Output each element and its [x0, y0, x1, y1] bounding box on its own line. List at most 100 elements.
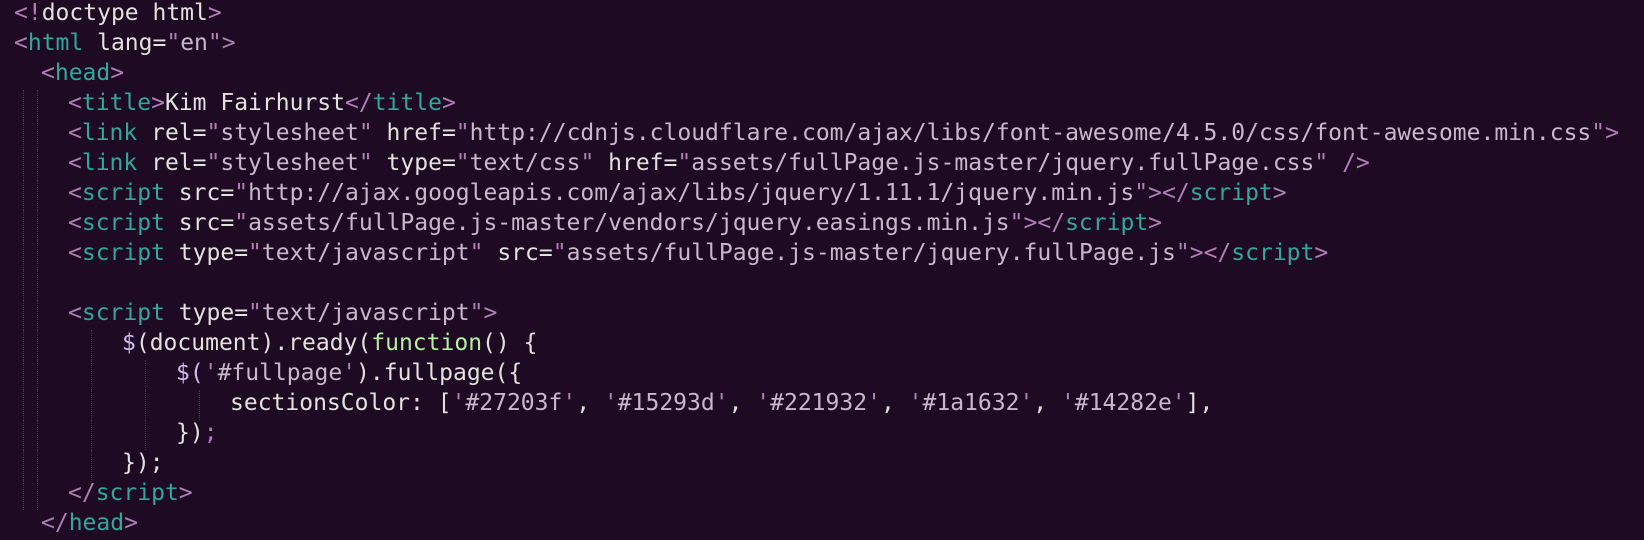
code-line-content: $(document).ready(function() {: [122, 330, 537, 356]
code-token: </: [344, 90, 373, 116]
indent-guide: [23, 270, 24, 300]
code-token: >: [441, 90, 456, 116]
code-token: <: [68, 300, 82, 326]
code-token: #1a1632: [922, 390, 1020, 416]
code-token: ": [358, 120, 373, 146]
code-token: ": [166, 30, 181, 56]
indent-guide: [37, 120, 38, 150]
code-token: <: [68, 150, 82, 176]
indent-guide: [91, 360, 92, 390]
code-token: >: [207, 0, 222, 26]
code-token: script: [81, 180, 165, 206]
code-token: >: [221, 30, 236, 56]
code-token: type=: [372, 150, 456, 176]
code-token: assets/fullPage.js-master/jquery.fullPag…: [691, 150, 1315, 176]
code-token: href=: [594, 150, 678, 176]
code-token: >: [178, 480, 193, 506]
indent-guide: [23, 120, 24, 150]
code-token: >: [483, 300, 498, 326]
code-token: >: [1272, 180, 1287, 206]
code-token: >: [110, 60, 125, 86]
code-token: src=: [164, 180, 235, 206]
code-token: Kim Fairhurst: [164, 90, 345, 116]
code-token: ': [451, 390, 466, 416]
code-token: ": [455, 120, 470, 146]
indent-guide: [37, 360, 38, 390]
code-token: #fullpage: [217, 360, 343, 386]
code-line-content: <script src="http://ajax.googleapis.com/…: [68, 180, 1287, 206]
code-line-content: <!doctype html>: [14, 0, 222, 26]
code-token: ": [206, 120, 221, 146]
code-token: <: [68, 90, 82, 116]
indent-guide: [145, 420, 146, 450]
indent-guide: [37, 450, 38, 480]
code-token: ': [603, 390, 618, 416]
code-token: ": [1009, 210, 1024, 236]
indent-guide: [23, 360, 24, 390]
indent-guide: [37, 420, 38, 450]
code-line-content: <head>: [41, 60, 124, 86]
code-editor[interactable]: <!doctype html> <html lang="en"> <head> <ti…: [0, 0, 1644, 540]
indent-guide: [37, 330, 38, 360]
indent-guide: [91, 330, 92, 360]
code-token: ': [562, 390, 577, 416]
code-token: ': [867, 390, 881, 416]
code-token: ],: [1185, 390, 1214, 416]
code-token: lang=: [83, 30, 167, 56]
indent-guide: [199, 390, 200, 420]
indent-guide: [91, 450, 92, 480]
indent-guide: [23, 210, 24, 240]
code-line-content: <title>Kim Fairhurst</title>: [68, 90, 456, 116]
indent-guide: [91, 420, 92, 450]
code-token: #221932: [770, 390, 868, 416]
code-token: />: [1328, 150, 1370, 176]
indent-guide: [37, 300, 38, 330]
code-token: ": [552, 240, 567, 266]
code-token: <!: [14, 0, 42, 26]
code-token: ": [206, 150, 221, 176]
code-token: ": [234, 180, 249, 206]
code-token: ": [248, 240, 262, 266]
code-token: });: [122, 450, 164, 476]
code-token: ></: [1189, 240, 1232, 266]
code-token: </: [41, 510, 69, 536]
code-token: </: [68, 480, 96, 506]
code-token: rel=: [137, 120, 207, 146]
code-token: ": [455, 150, 470, 176]
code-token: text/javascript: [261, 240, 470, 266]
code-token: text/css: [469, 150, 581, 176]
code-token: link: [81, 120, 138, 146]
code-token: (document).ready(: [135, 330, 372, 356]
code-token: assets/fullPage.js-master/jquery.fullPag…: [566, 240, 1176, 266]
code-token: $(: [176, 360, 204, 386]
code-token: ': [1171, 390, 1186, 416]
code-token: ;: [203, 420, 218, 446]
code-line-content: sectionsColor: ['#27203f', '#15293d', '#…: [230, 390, 1213, 416]
code-token: script: [81, 300, 165, 326]
code-token: script: [1189, 180, 1273, 206]
indent-guide: [23, 450, 24, 480]
code-token: stylesheet: [220, 150, 359, 176]
indent-guide: [23, 480, 24, 510]
code-token: ,: [576, 390, 604, 416]
code-token: ': [714, 390, 729, 416]
code-token: assets/fullPage.js-master/vendors/jquery…: [248, 210, 1010, 236]
code-token: doctype html: [41, 0, 208, 26]
code-token: $: [122, 330, 136, 356]
indent-guide: [23, 300, 24, 330]
code-token: ": [248, 300, 262, 326]
code-token: ": [677, 150, 692, 176]
code-token: head: [54, 60, 111, 86]
code-token: ': [756, 390, 771, 416]
code-token: <: [14, 30, 28, 56]
code-token: sectionsColor: [: [230, 390, 452, 416]
indent-guide: [145, 390, 146, 420]
code-line-content: });: [176, 420, 218, 446]
indent-guide: [37, 240, 38, 270]
code-line-content: <script type="text/javascript">: [68, 300, 497, 326]
code-token: stylesheet: [220, 120, 359, 146]
code-token: ": [358, 150, 373, 176]
code-token: >: [1148, 210, 1163, 236]
code-line-content: </script>: [68, 480, 193, 506]
indent-guide: [37, 180, 38, 210]
